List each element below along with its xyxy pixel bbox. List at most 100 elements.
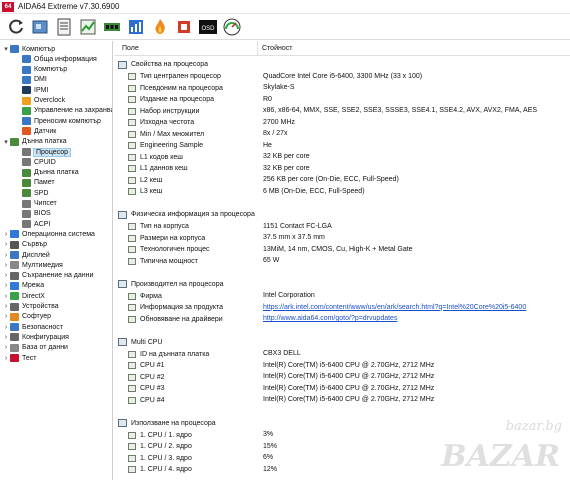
field-label: CPU #2 xyxy=(140,373,165,381)
tree-item[interactable]: › Съхранение на данни xyxy=(2,271,93,281)
osd-icon[interactable]: OSD xyxy=(198,17,218,37)
detail-row[interactable]: Технологичен процес 13MiM, 14 nm, CMOS, C… xyxy=(114,244,570,255)
detail-row[interactable]: Тип централен процесор QuadCore Intel Cor… xyxy=(114,71,570,82)
cpu-icon[interactable] xyxy=(174,17,194,37)
detail-row[interactable]: CPU #2 Intel(R) Core(TM) i5-6400 CPU @ 2.… xyxy=(114,371,570,382)
tree-item[interactable]: BIOS xyxy=(14,209,51,219)
detail-row[interactable]: CPU #4 Intel(R) Core(TM) i5-6400 CPU @ 2.… xyxy=(114,394,570,405)
detail-row[interactable]: CPU #1 Intel(R) Core(TM) i5-6400 CPU @ 2.… xyxy=(114,360,570,371)
benchmark-icon[interactable] xyxy=(126,17,146,37)
expand-arrow-icon[interactable]: › xyxy=(2,252,10,259)
expand-arrow-icon[interactable]: › xyxy=(2,262,10,269)
tree-item[interactable]: Управление на захранването xyxy=(14,106,112,116)
tree-item[interactable]: Overclock xyxy=(14,96,65,106)
watermark-logo: BAZAR xyxy=(441,439,560,474)
tree-item[interactable]: › Операционна система xyxy=(2,229,95,239)
detail-row[interactable]: L1 даннов кеш 32 KB per core xyxy=(114,163,570,174)
column-value[interactable]: Стойност xyxy=(262,45,292,52)
tree-item[interactable]: CPUID xyxy=(14,157,56,167)
tree-item[interactable]: Датчик xyxy=(14,126,56,136)
field-label: ID на дънната платка xyxy=(140,350,210,358)
tree-item[interactable]: ▾ Дънна платка xyxy=(2,137,67,147)
detail-row[interactable]: Набор инструкции x86, x86-64, MMX, SSE, S… xyxy=(114,105,570,116)
tree-item-label: IPMI xyxy=(34,86,49,94)
tree-item-label: Дънна платка xyxy=(34,169,79,177)
tree-item[interactable]: › База от данни xyxy=(2,343,68,353)
expand-arrow-icon[interactable]: ▾ xyxy=(2,45,10,53)
section-header: Използване на процесора xyxy=(118,418,216,429)
value-link[interactable]: https://ark.intel.com/content/www/us/en/… xyxy=(263,304,526,311)
expand-arrow-icon[interactable]: › xyxy=(2,355,10,362)
expand-arrow-icon[interactable]: ▾ xyxy=(2,138,10,146)
expand-arrow-icon[interactable]: › xyxy=(2,313,10,320)
chipset-icon xyxy=(22,199,31,208)
column-field[interactable]: Поле xyxy=(122,45,139,52)
tree-item[interactable]: › Дисплей xyxy=(2,250,50,260)
detail-row[interactable]: L3 кеш 6 MB (On-Die, ECC, Full-Speed) xyxy=(114,186,570,197)
tree-item[interactable]: › Мрежа xyxy=(2,281,44,291)
section-icon xyxy=(118,280,127,288)
tree-item[interactable]: › Конфигурация xyxy=(2,332,69,342)
tree-item[interactable]: › Безопасност xyxy=(2,322,63,332)
tree-item[interactable]: Дънна платка xyxy=(14,168,79,178)
detail-row[interactable]: CPU #3 Intel(R) Core(TM) i5-6400 CPU @ 2.… xyxy=(114,383,570,394)
refresh-icon[interactable] xyxy=(6,17,26,37)
expand-arrow-icon[interactable]: › xyxy=(2,334,10,341)
detail-row[interactable]: Engineering Sample Не xyxy=(114,140,570,151)
tree-item[interactable]: › Сървър xyxy=(2,240,47,250)
section-title: Производител на процесора xyxy=(131,280,224,288)
tree-item[interactable]: › Софтуер xyxy=(2,312,51,322)
tree-item[interactable]: Чипсет xyxy=(14,199,57,209)
expand-arrow-icon[interactable]: › xyxy=(2,282,10,289)
expand-arrow-icon[interactable]: › xyxy=(2,324,10,331)
expand-arrow-icon[interactable]: › xyxy=(2,241,10,248)
motherboard-icon[interactable] xyxy=(30,17,50,37)
detail-row[interactable]: Информация за продукта https://ark.intel.… xyxy=(114,302,570,313)
document-icon[interactable] xyxy=(54,17,74,37)
detail-row[interactable]: Изходна честота 2700 MHz xyxy=(114,117,570,128)
value-link[interactable]: http://www.aida64.com/goto/?p=drvupdates xyxy=(263,315,397,322)
tree-item[interactable]: DMI xyxy=(14,75,47,85)
expand-arrow-icon[interactable]: › xyxy=(2,293,10,300)
field-label: 1. CPU / 1. ядро xyxy=(140,431,192,439)
detail-row[interactable]: L1 кодов кеш 32 KB per core xyxy=(114,151,570,162)
flame-icon[interactable] xyxy=(150,17,170,37)
section-icon xyxy=(118,60,127,69)
tree-item[interactable]: › DirectX xyxy=(2,291,45,301)
tree-item[interactable]: ACPI xyxy=(14,219,50,229)
expand-arrow-icon[interactable]: › xyxy=(2,272,10,279)
detail-row[interactable]: Псевдоним на процесора Skylake-S xyxy=(114,82,570,93)
tree-item[interactable]: › Мултимедия xyxy=(2,260,63,270)
detail-row[interactable]: Тип на корпуса 1151 Contact FC-LGA xyxy=(114,221,570,232)
tree-item[interactable]: IPMI xyxy=(14,85,48,95)
column-separator[interactable] xyxy=(257,41,258,56)
detail-row[interactable]: Фирма Intel Corporation xyxy=(114,290,570,301)
detail-row[interactable]: Min / Max множител 8x / 27x xyxy=(114,128,570,139)
field-label: Фирма xyxy=(140,292,162,300)
detail-row[interactable]: ID на дънната платка CBX3 DELL xyxy=(114,348,570,359)
chart-icon[interactable] xyxy=(78,17,98,37)
tree-item[interactable]: › Устройства xyxy=(2,302,59,312)
field-label: Изходна честота xyxy=(140,119,195,126)
tree-item[interactable]: Процесор xyxy=(14,147,72,157)
tree-item[interactable]: › Тест xyxy=(2,353,36,363)
field-value: Intel(R) Core(TM) i5-6400 CPU @ 2.70GHz,… xyxy=(263,384,435,392)
tree-item[interactable]: ▾ Компютър xyxy=(2,44,55,54)
expand-arrow-icon[interactable]: › xyxy=(2,344,10,351)
memory-icon[interactable] xyxy=(102,17,122,37)
detail-row[interactable]: Издание на процесора R0 xyxy=(114,94,570,105)
gauge-icon[interactable] xyxy=(222,17,242,37)
tree-item[interactable]: Обща информация xyxy=(14,54,97,64)
detail-row[interactable]: Типична мощност 65 W xyxy=(114,255,570,266)
tree-item[interactable]: SPD xyxy=(14,188,48,198)
row-icon xyxy=(128,96,136,103)
tree-item[interactable]: Памет xyxy=(14,178,55,188)
expand-arrow-icon[interactable]: › xyxy=(2,231,10,238)
detail-row[interactable]: Обновяване на драйвери http://www.aida64.… xyxy=(114,313,570,324)
expand-arrow-icon[interactable]: › xyxy=(2,303,10,310)
detail-row[interactable]: L2 кеш 256 KB per core (On-Die, ECC, Full… xyxy=(114,174,570,185)
detail-row[interactable]: Размери на корпуса 37.5 mm x 37.5 mm xyxy=(114,232,570,243)
tree-item[interactable]: Преносим компютър xyxy=(14,116,101,126)
row-icon xyxy=(128,431,136,439)
tree-item[interactable]: Компютър xyxy=(14,65,67,75)
